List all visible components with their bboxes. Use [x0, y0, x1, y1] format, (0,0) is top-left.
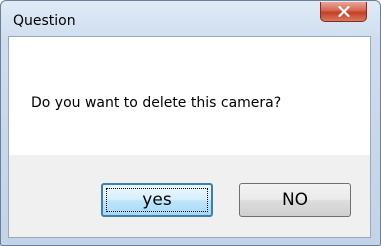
title-bar[interactable]: Question — [1, 1, 380, 35]
dialog-message: Do you want to delete this camera? — [31, 95, 282, 111]
window-title: Question — [13, 13, 76, 29]
dialog-window: Question Do you want to delete this came… — [0, 0, 381, 246]
close-icon — [337, 6, 350, 17]
message-area: Do you want to delete this camera? — [9, 37, 370, 155]
dialog-body: Do you want to delete this camera? yes N… — [8, 36, 371, 238]
no-button-label: NO — [281, 190, 309, 210]
yes-button-label: yes — [142, 190, 172, 210]
close-button[interactable] — [320, 2, 367, 22]
no-button[interactable]: NO — [239, 183, 351, 217]
yes-button[interactable]: yes — [101, 183, 213, 217]
